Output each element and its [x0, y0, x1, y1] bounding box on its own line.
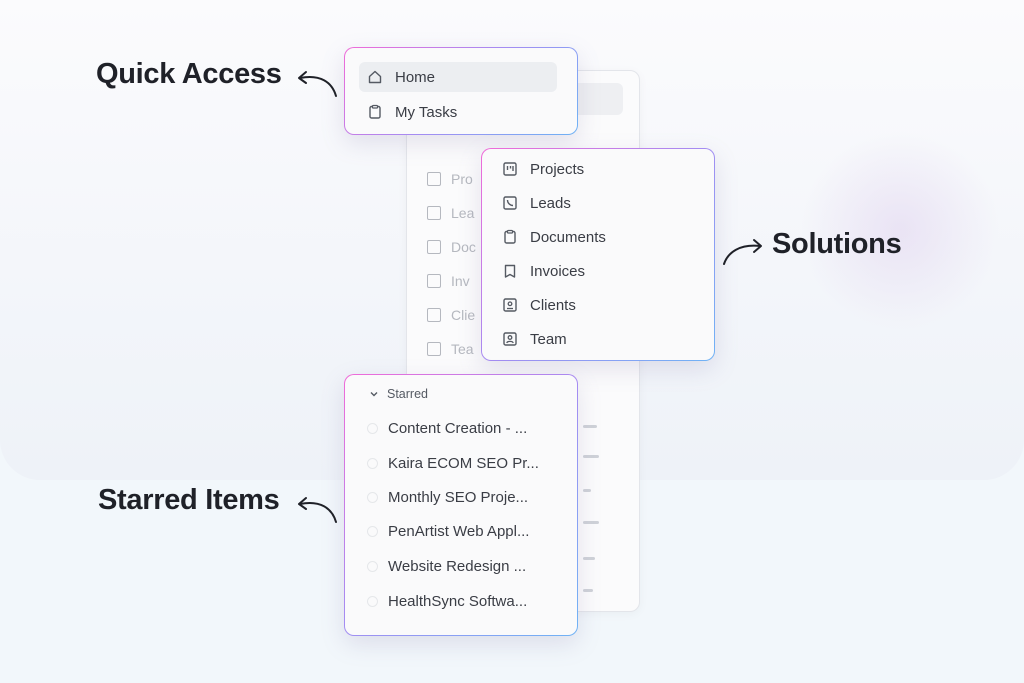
item-dot	[367, 458, 378, 469]
nav-item-label: Projects	[530, 160, 585, 178]
ghost-row: Doc	[427, 239, 476, 255]
quick-access-card: Home My Tasks	[344, 47, 578, 135]
starred-item-label: Content Creation - ...	[388, 420, 528, 437]
home-icon	[367, 69, 383, 85]
starred-item-label: Website Redesign ...	[388, 558, 527, 575]
nav-item-home[interactable]: Home	[359, 62, 557, 92]
arrow-icon	[298, 497, 337, 523]
ghost-icon	[427, 308, 441, 322]
item-dot	[367, 561, 378, 572]
ghost-row: Tea	[427, 341, 474, 357]
nav-item-label: Leads	[530, 194, 571, 212]
phone-icon	[502, 195, 518, 211]
ghost-icon	[427, 274, 441, 288]
nav-item-label: Invoices	[530, 262, 586, 280]
item-dot	[367, 596, 378, 607]
starred-item-label: Kaira ECOM SEO Pr...	[388, 455, 539, 472]
starred-item[interactable]: Monthly SEO Proje...	[367, 489, 528, 506]
clipboard-icon	[502, 229, 518, 245]
arrow-icon	[298, 71, 337, 97]
ghost-row: Clie	[427, 307, 475, 323]
chevron-down-icon	[369, 389, 379, 399]
nav-item-clients[interactable]: Clients	[502, 290, 576, 320]
ghost-row: Lea	[427, 205, 474, 221]
nav-item-projects[interactable]: Projects	[502, 154, 584, 184]
contact-icon	[502, 297, 518, 313]
ghost-dash	[583, 425, 597, 428]
ghost-row-label: Tea	[451, 341, 474, 357]
starred-items-callout: Starred Items	[98, 484, 280, 516]
ghost-icon	[427, 172, 441, 186]
ghost-row-label: Inv	[451, 273, 470, 289]
starred-item[interactable]: Website Redesign ...	[367, 558, 526, 575]
ghost-row: Pro	[427, 171, 473, 187]
solutions-callout: Solutions	[772, 228, 902, 260]
bookmark-icon	[502, 263, 518, 279]
clipboard-icon	[367, 104, 383, 120]
starred-item[interactable]: Content Creation - ...	[367, 420, 527, 437]
ghost-row-label: Doc	[451, 239, 476, 255]
ghost-dash	[583, 521, 599, 524]
ghost-row-label: Clie	[451, 307, 476, 323]
ghost-dash	[583, 589, 593, 592]
ghost-row: Inv	[427, 273, 470, 289]
starred-header: Starred	[387, 387, 428, 401]
nav-item-label: Clients	[530, 296, 576, 314]
nav-item-label: Team	[530, 330, 567, 348]
ghost-row-label: Pro	[451, 171, 473, 187]
quick-access-callout: Quick Access	[96, 58, 282, 90]
nav-item-label: Documents	[530, 228, 606, 246]
item-dot	[367, 423, 378, 434]
ghost-dash	[583, 489, 591, 492]
ghost-dash	[583, 557, 595, 560]
solutions-card: Projects Leads Documents Invoices Client…	[481, 148, 715, 361]
ghost-icon	[427, 206, 441, 220]
starred-item[interactable]: PenArtist Web Appl...	[367, 523, 529, 540]
nav-item-invoices[interactable]: Invoices	[502, 256, 585, 286]
nav-item-documents[interactable]: Documents	[502, 222, 606, 252]
user-icon	[502, 331, 518, 347]
starred-item-label: PenArtist Web Appl...	[388, 523, 530, 540]
ghost-row-label: Lea	[451, 205, 475, 221]
starred-item-label: HealthSync Softwa...	[388, 593, 528, 610]
nav-item-label: My Tasks	[395, 103, 458, 121]
ghost-dash	[583, 455, 599, 458]
starred-section-toggle[interactable]: Starred	[369, 387, 428, 401]
arrow-icon	[723, 239, 762, 265]
nav-item-team[interactable]: Team	[502, 324, 567, 354]
item-dot	[367, 526, 378, 537]
board-icon	[502, 161, 518, 177]
starred-item-label: Monthly SEO Proje...	[388, 489, 529, 506]
starred-item[interactable]: HealthSync Softwa...	[367, 593, 527, 610]
starred-card: Starred Content Creation - ... Kaira ECO…	[344, 374, 578, 636]
starred-item[interactable]: Kaira ECOM SEO Pr...	[367, 455, 539, 472]
nav-item-leads[interactable]: Leads	[502, 188, 571, 218]
nav-item-my-tasks[interactable]: My Tasks	[359, 97, 557, 127]
ghost-icon	[427, 240, 441, 254]
nav-item-label: Home	[395, 68, 436, 86]
item-dot	[367, 492, 378, 503]
ghost-icon	[427, 342, 441, 356]
